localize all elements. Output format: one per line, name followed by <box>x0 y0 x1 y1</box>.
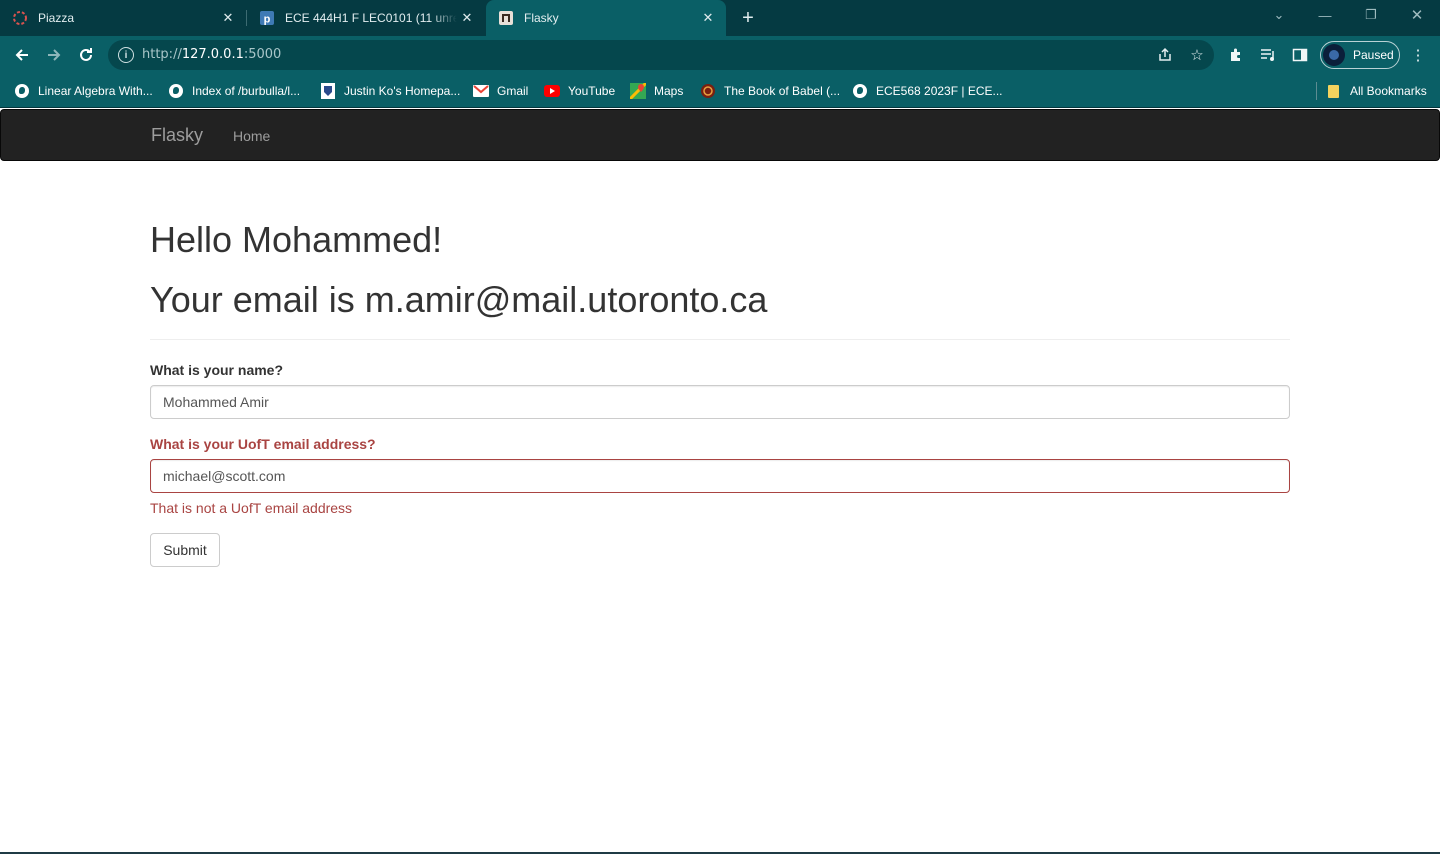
tab-title: Flasky <box>524 11 559 25</box>
window-close-icon[interactable]: ✕ <box>1394 0 1440 30</box>
svg-text:p: p <box>264 14 271 26</box>
side-panel-icon[interactable] <box>1290 45 1310 65</box>
tab-ece444[interactable]: p ECE 444H1 F LEC0101 (11 unread) ✕ <box>247 0 485 36</box>
close-icon[interactable]: ✕ <box>457 8 477 28</box>
bookmark-gmail[interactable]: Gmail <box>473 82 528 100</box>
email-error-message: That is not a UofT email address <box>150 500 353 516</box>
bookmark-maps[interactable]: Maps <box>630 82 683 100</box>
bookmark-justin-ko[interactable]: Justin Ko's Homepa... <box>320 82 460 100</box>
bookmark-index-burbulla[interactable]: Index of /burbulla/l... <box>168 82 300 100</box>
bookmark-label: Justin Ko's Homepa... <box>344 84 461 98</box>
bookmark-label: Index of /burbulla/l... <box>192 84 301 98</box>
extensions-icon[interactable] <box>1226 45 1246 65</box>
tab-search-icon[interactable]: ⌄ <box>1256 0 1302 30</box>
browser-toolbar: i http://127.0.0.1:5000 ☆ Paused ⋮ <box>0 36 1440 74</box>
bookmark-label: The Book of Babel (... <box>724 84 841 98</box>
bookmark-label: Gmail <box>497 84 529 98</box>
close-icon[interactable]: ✕ <box>218 8 238 28</box>
name-input[interactable]: Mohammed Amir <box>150 385 1290 419</box>
gmail-icon <box>473 83 489 99</box>
site-navbar: Flasky Home <box>0 109 1440 161</box>
address-bar[interactable]: i http://127.0.0.1:5000 ☆ <box>108 40 1214 70</box>
bookmarks-divider <box>1316 82 1317 100</box>
bookmark-star-icon[interactable]: ☆ <box>1188 46 1206 64</box>
reload-icon[interactable] <box>72 41 100 69</box>
back-icon[interactable] <box>8 41 36 69</box>
bookmark-youtube[interactable]: YouTube <box>544 82 615 100</box>
tab-title: Piazza <box>38 11 75 25</box>
media-control-icon[interactable] <box>1258 45 1278 65</box>
babel-icon <box>700 83 716 99</box>
bookmark-label: Linear Algebra With... <box>38 84 153 98</box>
forward-icon[interactable] <box>40 41 68 69</box>
nav-link-home[interactable]: Home <box>233 128 270 144</box>
tab-strip: Piazza ✕ p ECE 444H1 F LEC0101 (11 unrea… <box>0 0 1440 36</box>
profile-button[interactable]: Paused <box>1320 41 1400 69</box>
p-icon: p <box>259 10 275 26</box>
new-tab-button[interactable]: + <box>736 6 760 30</box>
email-input[interactable]: michael@scott.com <box>150 459 1290 493</box>
bookmark-ece568[interactable]: ECE568 2023F | ECE... <box>852 82 1003 100</box>
piazza-icon <box>12 10 28 26</box>
all-bookmarks-button[interactable]: All Bookmarks <box>1326 82 1427 100</box>
tab-flasky[interactable]: Flasky ✕ <box>486 0 726 36</box>
globe-icon <box>168 83 184 99</box>
more-menu-icon[interactable]: ⋮ <box>1408 45 1428 65</box>
email-label: What is your UofT email address? <box>150 436 376 452</box>
bookmarks-bar: Linear Algebra With... Index of /burbull… <box>0 74 1440 108</box>
tab-title: ECE 444H1 F LEC0101 (11 unread) <box>285 11 457 25</box>
globe-icon <box>14 83 30 99</box>
close-icon[interactable]: ✕ <box>698 8 718 28</box>
avatar <box>1323 44 1345 66</box>
email-heading: Your email is m.amir@mail.utoronto.ca <box>150 279 768 320</box>
bookmark-label: YouTube <box>568 84 616 98</box>
divider <box>150 339 1290 340</box>
navbar-brand[interactable]: Flasky <box>151 125 203 146</box>
url-text: http://127.0.0.1:5000 <box>142 47 282 62</box>
submit-button[interactable]: Submit <box>150 533 220 567</box>
bookmark-book-of-babel[interactable]: The Book of Babel (... <box>700 82 840 100</box>
flasky-icon <box>498 10 514 26</box>
crest-icon <box>320 83 336 99</box>
share-icon[interactable] <box>1156 46 1174 64</box>
bookmark-linear-algebra[interactable]: Linear Algebra With... <box>14 82 153 100</box>
maps-icon <box>630 83 646 99</box>
restore-icon[interactable]: ❐ <box>1348 0 1394 30</box>
name-label: What is your name? <box>150 362 284 378</box>
minimize-icon[interactable]: — <box>1302 0 1348 30</box>
bookmark-label: Maps <box>654 84 684 98</box>
greeting-heading: Hello Mohammed! <box>150 219 443 260</box>
bookmark-label: All Bookmarks <box>1350 84 1427 98</box>
youtube-icon <box>544 83 560 99</box>
tab-piazza[interactable]: Piazza ✕ <box>0 0 246 36</box>
folder-icon <box>1326 83 1342 99</box>
profile-status-label: Paused <box>1353 48 1394 62</box>
globe-icon <box>852 83 868 99</box>
bookmark-label: ECE568 2023F | ECE... <box>876 84 1003 98</box>
site-info-icon[interactable]: i <box>118 47 134 63</box>
